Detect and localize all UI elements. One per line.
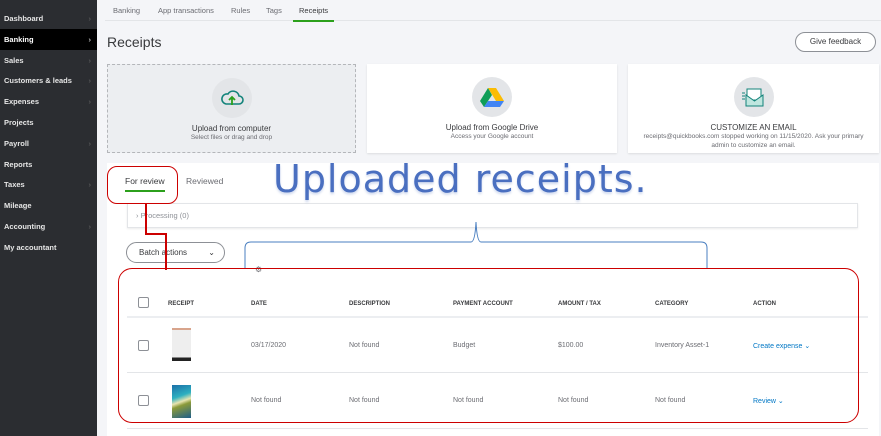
annotation-box-table	[118, 268, 859, 423]
sidebar-item-label: Payroll	[4, 138, 30, 148]
sidebar-item-taxes[interactable]: Taxes ›	[0, 174, 97, 195]
sidebar-item-expenses[interactable]: Expenses ›	[0, 91, 97, 112]
sidebar-item-accounting[interactable]: Accounting ›	[0, 216, 97, 237]
card-title: Upload from Google Drive	[445, 123, 539, 132]
chevron-right-icon: ›	[88, 180, 92, 190]
card-subtitle: receipts@quickbooks.com stopped working …	[643, 133, 864, 149]
tab-reviewed[interactable]: Reviewed	[186, 176, 223, 186]
card-subtitle: Select files or drag and drop	[190, 134, 273, 141]
chevron-right-icon: ›	[88, 14, 92, 23]
sidebar-item-label: Projects	[4, 118, 34, 127]
sidebar-item-banking[interactable]: Banking ›	[0, 28, 97, 50]
sidebar-item-projects[interactable]: Projects	[0, 112, 97, 133]
customize-email-card[interactable]: CUSTOMIZE AN EMAIL receipts@quickbooks.c…	[628, 64, 879, 153]
sidebar-item-label: Taxes	[4, 180, 25, 190]
banking-tabs: Banking App transactions Rules Tags Rece…	[105, 0, 881, 22]
sidebar-item-payroll[interactable]: Payroll ›	[0, 133, 97, 154]
card-title: CUSTOMIZE AN EMAIL	[710, 123, 797, 132]
sidebar-item-label: Mileage	[4, 201, 32, 211]
sidebar-item-label: Expenses	[4, 97, 40, 107]
annotation-brace	[244, 221, 708, 268]
give-feedback-button[interactable]: Give feedback	[795, 32, 876, 52]
sidebar: Dashboard › Banking › Sales › Customers & lead…	[0, 0, 97, 436]
page-title: Receipts	[107, 34, 162, 50]
sidebar-item-customers-leads[interactable]: Customers & leads ›	[0, 70, 97, 91]
sidebar-item-my-accountant[interactable]: My accountant	[0, 237, 97, 258]
sidebar-item-label: My accountant	[4, 242, 57, 252]
tab-receipts[interactable]: Receipts	[292, 6, 335, 22]
upload-from-google-drive-card[interactable]: Upload from Google Drive Access your Goo…	[367, 64, 617, 153]
sidebar-item-reports[interactable]: Reports	[0, 154, 97, 175]
tab-tags[interactable]: Tags	[266, 6, 282, 15]
card-subtitle: Access your Google account	[450, 133, 534, 140]
chevron-down-icon: ⌄	[208, 248, 215, 257]
chevron-right-icon: ›	[88, 55, 92, 65]
sidebar-item-dashboard[interactable]: Dashboard ›	[0, 8, 97, 29]
email-icon	[733, 77, 774, 117]
chevron-right-icon: ›	[88, 76, 92, 86]
sidebar-item-sales[interactable]: Sales ›	[0, 50, 97, 71]
chevron-right-icon: ›	[88, 97, 92, 107]
sidebar-item-label: Accounting	[4, 222, 46, 231]
chevron-right-icon: ›	[88, 34, 92, 44]
annotation-arrow	[145, 204, 167, 270]
tab-banking[interactable]: Banking	[113, 6, 140, 15]
tab-rules[interactable]: Rules	[231, 6, 250, 15]
cloud-upload-icon	[211, 78, 252, 118]
google-drive-icon	[472, 77, 512, 117]
sidebar-item-mileage[interactable]: Mileage	[0, 195, 97, 216]
upload-from-computer-card[interactable]: Upload from computer Select files or dra…	[107, 64, 356, 153]
card-title: Upload from computer	[191, 124, 272, 133]
annotation-box-for-review	[107, 166, 178, 204]
chevron-right-icon: ›	[88, 138, 92, 148]
chevron-right-icon: ›	[88, 222, 92, 231]
sidebar-item-label: Reports	[4, 159, 33, 169]
sidebar-item-label: Sales	[4, 55, 24, 65]
annotation-text: Uploaded receipts.	[273, 157, 648, 201]
sidebar-item-label: Dashboard	[4, 14, 44, 23]
tab-app-transactions[interactable]: App transactions	[158, 6, 214, 15]
sidebar-item-label: Customers & leads	[4, 76, 72, 86]
sidebar-item-label: Banking	[4, 34, 34, 44]
